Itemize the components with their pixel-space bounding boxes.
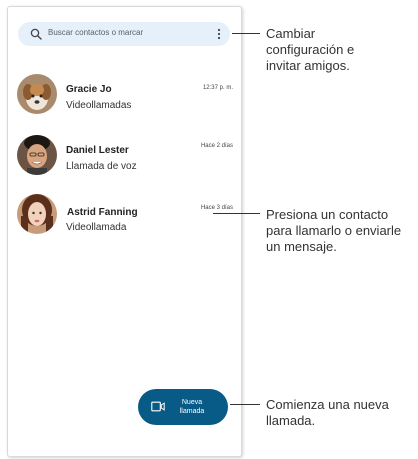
contact-time: Hace 3 días xyxy=(200,205,233,211)
contact-item-daniel-lester[interactable]: Daniel Lester Llamada de voz Hace 2 días xyxy=(8,135,241,185)
contact-time: Hace 2 días xyxy=(200,143,233,149)
search-icon xyxy=(30,28,42,40)
callout-text: Cambiar xyxy=(266,26,316,41)
avatar xyxy=(17,74,57,114)
callout-text: configuración e xyxy=(266,42,355,57)
contact-item-gracie-jo[interactable]: Gracie Jo Videollamadas 12:37 p. m. xyxy=(8,74,241,124)
contact-time: 12:37 p. m. xyxy=(202,85,233,91)
contact-subtitle: Videollamadas xyxy=(66,100,132,111)
callout-line-new-call xyxy=(230,404,260,405)
callout-new-call: Comienza una nueva llamada. xyxy=(266,397,389,429)
callout-contact: Presiona un contacto para llamarlo o env… xyxy=(266,207,401,255)
callout-text: Comienza una nueva xyxy=(266,397,389,412)
more-options-icon[interactable] xyxy=(217,28,221,40)
contact-item-astrid-fanning[interactable]: Astrid Fanning Videollamada Hace 3 días xyxy=(8,194,241,244)
new-call-label: Nueva llamada xyxy=(179,399,205,415)
callout-text: llamada. xyxy=(266,413,316,428)
video-camera-icon xyxy=(151,401,165,412)
callout-line-settings xyxy=(232,33,260,34)
callout-line-contact xyxy=(213,213,260,214)
avatar xyxy=(17,135,57,175)
contact-subtitle: Videollamada xyxy=(66,222,127,233)
new-call-button[interactable]: Nueva llamada xyxy=(138,389,228,425)
callout-text: un mensaje. xyxy=(266,239,337,254)
callout-settings: Cambiar configuración e invitar amigos. xyxy=(266,26,354,74)
callout-text: invitar amigos. xyxy=(266,58,350,73)
phone-screen: Buscar contactos o marcar Gracie Jo Vide… xyxy=(7,6,242,457)
search-bar[interactable]: Buscar contactos o marcar xyxy=(18,22,230,46)
search-placeholder: Buscar contactos o marcar xyxy=(48,28,144,37)
contact-name: Gracie Jo xyxy=(66,84,112,95)
contact-subtitle: Llamada de voz xyxy=(66,161,137,172)
contact-name: Astrid Fanning xyxy=(67,207,138,218)
avatar xyxy=(17,194,57,234)
callout-text: para llamarlo o enviarle xyxy=(266,223,402,238)
callout-text: Presiona un contacto xyxy=(266,207,389,222)
contact-name: Daniel Lester xyxy=(66,145,129,156)
